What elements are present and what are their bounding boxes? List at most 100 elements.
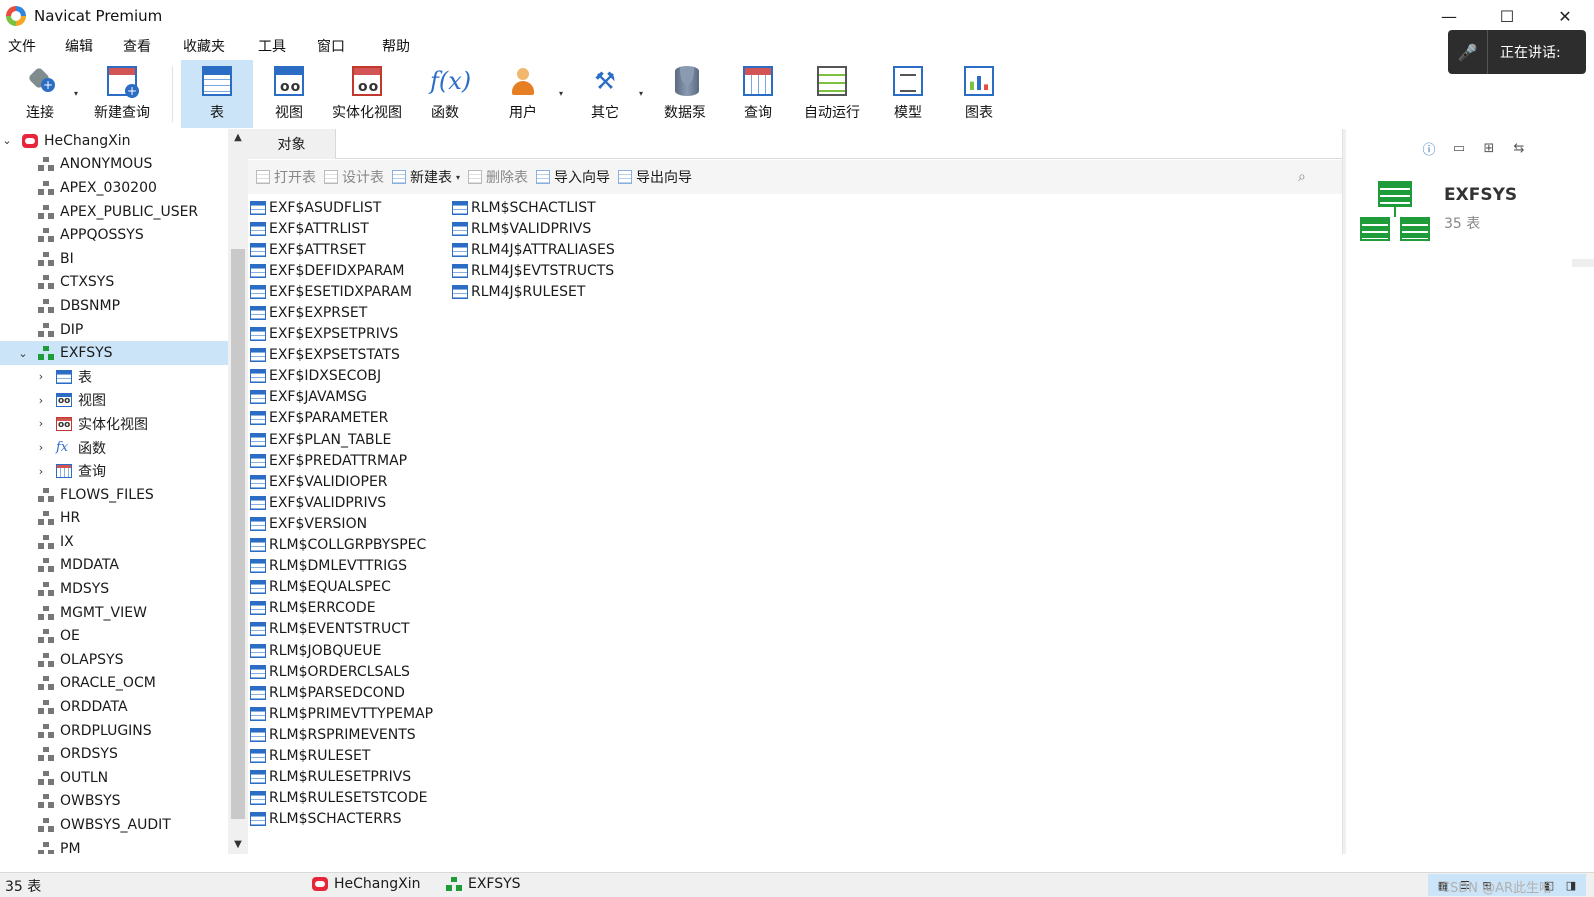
dropdown-arrow-icon[interactable]: ▾	[639, 89, 643, 98]
object-item[interactable]: RLM$PRIMEVTTYPEMAP	[250, 703, 433, 724]
dropdown-arrow-icon[interactable]: ▾	[456, 173, 460, 182]
object-item[interactable]: EXF$PARAMETER	[250, 408, 433, 429]
object-item[interactable]: RLM$PARSEDCOND	[250, 682, 433, 703]
navigation-tree[interactable]: ⌄ HeChangXin ANONYMOUS APEX_030200 APEX_PU…	[0, 129, 228, 854]
object-item[interactable]: EXF$VALIDPRIVS	[250, 492, 433, 513]
search-icon[interactable]: ⌕	[1298, 169, 1314, 185]
tree-schema-flows-files[interactable]: FLOWS_FILES	[0, 483, 228, 507]
chevron-right-icon[interactable]: ›	[34, 465, 48, 478]
menu-favorites[interactable]: 收藏夹	[183, 36, 258, 56]
new-table-button[interactable]: 新建表 ▾	[392, 167, 460, 187]
scroll-up-icon[interactable]: ▲	[228, 129, 248, 147]
toggle-info-icon[interactable]: ◨	[1560, 875, 1582, 895]
tree-node-table[interactable]: › 表	[0, 365, 228, 389]
tree-schema-mddata[interactable]: MDDATA	[0, 554, 228, 578]
object-item[interactable]: EXF$ATTRSET	[250, 239, 433, 260]
object-item[interactable]: RLM$EQUALSPEC	[250, 577, 433, 598]
dropdown-arrow-icon[interactable]: ▾	[559, 89, 563, 98]
toolbar-matview-button[interactable]: 实体化视图	[325, 60, 409, 128]
tree-schema-anonymous[interactable]: ANONYMOUS	[0, 153, 228, 177]
object-item[interactable]: RLM$ERRCODE	[250, 598, 433, 619]
menu-view[interactable]: 查看	[123, 36, 183, 56]
menu-tools[interactable]: 工具	[258, 36, 317, 56]
object-item[interactable]: EXF$VERSION	[250, 513, 433, 534]
tree-schema-apex-030200[interactable]: APEX_030200	[0, 176, 228, 200]
object-item[interactable]: RLM$COLLGRPBYSPEC	[250, 535, 433, 556]
menu-edit[interactable]: 编辑	[65, 36, 123, 56]
tree-node-function[interactable]: › fx 函数	[0, 436, 228, 460]
info-tab-layout-icon[interactable]: ⇆	[1504, 135, 1534, 161]
chevron-right-icon[interactable]: ›	[34, 370, 48, 383]
tree-schema-dbsnmp[interactable]: DBSNMP	[0, 294, 228, 318]
open-table-button[interactable]: 打开表	[256, 167, 316, 187]
info-panel-handle[interactable]	[1572, 259, 1594, 267]
object-item[interactable]: EXF$PREDATTRMAP	[250, 450, 433, 471]
tree-schema-apex-public-user[interactable]: APEX_PUBLIC_USER	[0, 200, 228, 224]
object-item[interactable]: RLM$DMLEVTTRIGS	[250, 556, 433, 577]
tree-schema-outln[interactable]: OUTLN	[0, 766, 228, 790]
design-table-button[interactable]: 设计表	[324, 167, 384, 187]
dropdown-arrow-icon[interactable]: ▾	[74, 89, 78, 98]
menu-help[interactable]: 帮助	[382, 36, 410, 56]
toolbar-query-button[interactable]: 查询	[725, 60, 791, 128]
object-item[interactable]: RLM$RSPRIMEVENTS	[250, 724, 433, 745]
tree-schema-mgmt-view[interactable]: MGMT_VIEW	[0, 601, 228, 625]
tree-schema-orddata[interactable]: ORDDATA	[0, 695, 228, 719]
object-item[interactable]: EXF$PLAN_TABLE	[250, 429, 433, 450]
object-item[interactable]: EXF$ASUDFLIST	[250, 197, 433, 218]
object-item[interactable]: RLM$ORDERCLSALS	[250, 661, 433, 682]
object-item[interactable]: RLM$SCHACTERRS	[250, 809, 433, 830]
toolbar-function-button[interactable]: f(x) 函数	[409, 60, 481, 128]
tree-schema-pm[interactable]: PM	[0, 837, 228, 854]
toolbar-model-button[interactable]: 模型	[873, 60, 943, 128]
chevron-right-icon[interactable]: ›	[34, 417, 48, 430]
toolbar-connect-button[interactable]: 连接 ▾	[0, 60, 80, 128]
object-item[interactable]: RLM4J$RULESET	[452, 281, 615, 302]
toolbar-automation-button[interactable]: 自动运行	[791, 60, 873, 128]
tree-schema-exfsys[interactable]: ⌄ EXFSYS	[0, 341, 228, 365]
menu-file[interactable]: 文件	[8, 36, 65, 56]
tree-schema-ix[interactable]: IX	[0, 530, 228, 554]
close-button[interactable]: ✕	[1536, 0, 1594, 32]
tree-schema-olapsys[interactable]: OLAPSYS	[0, 648, 228, 672]
object-item[interactable]: RLM4J$EVTSTRUCTS	[452, 260, 615, 281]
toolbar-chart-button[interactable]: 图表	[943, 60, 1015, 128]
delete-table-button[interactable]: 删除表	[468, 167, 528, 187]
object-item[interactable]: EXF$ESETIDXPARAM	[250, 281, 433, 302]
tree-schema-ordsys[interactable]: ORDSYS	[0, 742, 228, 766]
tree-schema-owbsys[interactable]: OWBSYS	[0, 790, 228, 814]
tree-schema-oracle-ocm[interactable]: ORACLE_OCM	[0, 672, 228, 696]
object-item[interactable]: EXF$ATTRLIST	[250, 218, 433, 239]
toolbar-view-button[interactable]: 视图	[253, 60, 325, 128]
tree-schema-ordplugins[interactable]: ORDPLUGINS	[0, 719, 228, 743]
info-tab-general-icon[interactable]: ⓘ	[1414, 135, 1444, 161]
info-tab-dependency-icon[interactable]: ⊞	[1474, 135, 1504, 161]
object-item[interactable]: EXF$EXPSETPRIVS	[250, 324, 433, 345]
minimize-button[interactable]: —	[1420, 0, 1478, 32]
scroll-down-icon[interactable]: ▼	[228, 836, 248, 854]
object-item[interactable]: RLM$RULESETPRIVS	[250, 767, 433, 788]
tree-schema-oe[interactable]: OE	[0, 624, 228, 648]
object-item[interactable]: RLM$SCHACTLIST	[452, 197, 615, 218]
object-item[interactable]: EXF$EXPRSET	[250, 302, 433, 323]
object-item[interactable]: EXF$DEFIDXPARAM	[250, 260, 433, 281]
tree-schema-hr[interactable]: HR	[0, 507, 228, 531]
export-wizard-button[interactable]: 导出向导	[618, 167, 692, 187]
toolbar-datapump-button[interactable]: 数据泵	[645, 60, 725, 128]
scroll-thumb[interactable]	[231, 249, 245, 819]
tree-schema-ctxsys[interactable]: CTXSYS	[0, 271, 228, 295]
object-item[interactable]: RLM$JOBQUEUE	[250, 640, 433, 661]
toolbar-new-query-button[interactable]: 新建查询	[80, 60, 164, 128]
tree-schema-dip[interactable]: DIP	[0, 318, 228, 342]
object-item[interactable]: EXF$IDXSECOBJ	[250, 366, 433, 387]
import-wizard-button[interactable]: 导入向导	[536, 167, 610, 187]
tree-schema-bi[interactable]: BI	[0, 247, 228, 271]
chevron-down-icon[interactable]: ⌄	[0, 134, 14, 147]
object-item[interactable]: RLM$EVENTSTRUCT	[250, 619, 433, 640]
chevron-down-icon[interactable]: ⌄	[16, 347, 30, 360]
tree-schema-appqossys[interactable]: APPQOSSYS	[0, 223, 228, 247]
object-item[interactable]: EXF$EXPSETSTATS	[250, 345, 433, 366]
maximize-button[interactable]: ☐	[1478, 0, 1536, 32]
tree-schema-mdsys[interactable]: MDSYS	[0, 577, 228, 601]
muted-microphone-icon[interactable]: 🎤	[1448, 30, 1488, 74]
